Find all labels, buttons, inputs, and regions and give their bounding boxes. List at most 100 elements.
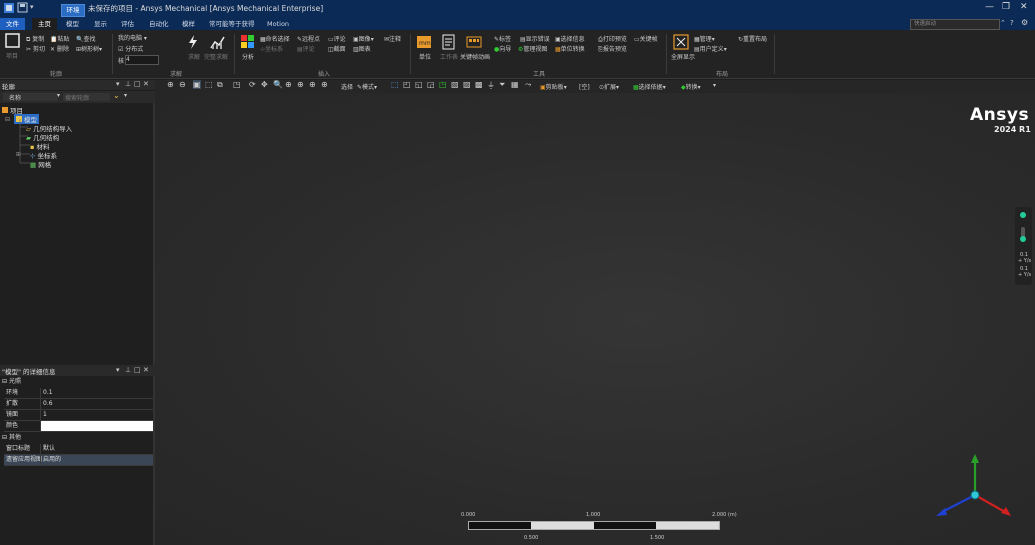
select-vertex-icon[interactable]: ⬚ (391, 80, 399, 89)
graph-icon[interactable]: ▦ (511, 80, 519, 89)
tab-home[interactable]: 主页 (32, 18, 57, 30)
details-row-selected[interactable]: 遗留应用视图 启用的 (4, 455, 153, 466)
comment-insert-button[interactable]: ▭评论 (328, 34, 346, 43)
magnifier-icon[interactable]: ⊕ (309, 80, 316, 89)
minimize-icon[interactable]: — (985, 2, 994, 12)
select-window-icon[interactable]: ◳ (233, 80, 241, 89)
app-icon[interactable] (3, 2, 15, 14)
solve-process-icon[interactable] (210, 34, 226, 50)
details-row[interactable]: 窗口标题 默认 (4, 444, 153, 455)
select-face-icon[interactable]: ◱ (415, 80, 423, 89)
manage-layout-button[interactable]: ▦管理▾ (694, 34, 715, 43)
analysis-icon[interactable] (240, 34, 256, 50)
selection-info-button[interactable]: ▣选择信息 (555, 34, 585, 43)
copy-view-icon[interactable]: ⧉ (217, 80, 223, 90)
funnel-icon[interactable]: ⏷ (499, 80, 505, 90)
pan-icon[interactable]: ✥ (261, 80, 268, 89)
iso-view-icon[interactable]: ⬚ (205, 80, 213, 89)
color-swatch[interactable] (40, 421, 153, 431)
worksheet-icon[interactable] (441, 34, 457, 50)
select-by-dropdown[interactable]: ▦选择依据▾ (633, 82, 666, 91)
expand-tree-icon[interactable]: ⌄ (113, 91, 120, 100)
triad-origin[interactable] (970, 490, 980, 500)
copy-button[interactable]: ⧉ 复制 (26, 34, 44, 44)
coordinate-button[interactable]: ⊹坐标系 (260, 44, 283, 53)
comment-button[interactable]: ▤评论 (297, 44, 315, 53)
tab-motion[interactable]: Motion (261, 18, 295, 30)
full-screen-icon[interactable] (673, 34, 689, 50)
help-icon[interactable]: ? (1010, 19, 1014, 27)
restore-icon[interactable]: ❐ (1002, 2, 1010, 12)
tab-extensions[interactable]: 常可能等于获得 (203, 18, 261, 30)
report-preview-button[interactable]: ⎘报告预览 (598, 44, 627, 54)
named-selection-button[interactable]: ▦命名选择 (260, 34, 290, 43)
section-header-lighting[interactable]: ⊟ 光照 (0, 377, 153, 387)
collapse-ribbon-icon[interactable]: ⌃ (1000, 19, 1006, 27)
section-plane-button[interactable]: ◫截面 (328, 44, 346, 53)
tab-evaluate[interactable]: 评估 (115, 18, 140, 30)
cores-input[interactable]: 4 (125, 55, 159, 65)
distributed-checkbox[interactable]: ☑ 分布式 (118, 44, 143, 53)
name-filter-dropdown[interactable]: 名称 (3, 93, 58, 102)
panel-menu-icon[interactable]: ▾ (116, 366, 120, 374)
clipboard-dropdown[interactable]: ▣剪贴板▾ (540, 82, 567, 91)
close-icon[interactable]: ✕ (1020, 2, 1028, 12)
previous-view-icon[interactable]: ⊕ (321, 80, 328, 89)
extend-dropdown[interactable]: ⊙扩展▾ (599, 82, 619, 91)
context-tab-environment[interactable]: 环境 (61, 4, 85, 17)
convert-dropdown[interactable]: ◆转换▾ (681, 82, 701, 91)
zoom-box-icon[interactable]: ⊕ (285, 80, 292, 89)
select-mesh-icon[interactable]: ▩ (475, 80, 483, 89)
tree-button[interactable]: ⊞树形树▾ (76, 44, 102, 53)
pin-icon[interactable]: ⊥ (125, 80, 131, 88)
tab-model[interactable]: 模型 (60, 18, 85, 30)
coordinate-triad[interactable] (930, 452, 1015, 522)
empty-selection[interactable]: [空] (579, 82, 590, 91)
section-header-other[interactable]: ⊟ 其他 (0, 433, 153, 443)
toolbar-overflow-icon[interactable]: ▾ (713, 82, 716, 89)
maximize-panel-icon[interactable]: □ (134, 366, 141, 374)
slider-thumb[interactable] (1020, 236, 1026, 242)
find-button[interactable]: 🔍查找 (76, 34, 96, 43)
filter-icon[interactable]: ⏚ (487, 80, 495, 91)
mode-dropdown[interactable]: ✎模式▾ (357, 82, 377, 91)
details-row[interactable]: 环境 0.1 (4, 388, 153, 399)
tab-automation[interactable]: 自动化 (143, 18, 175, 30)
details-row-color[interactable]: 颜色 (4, 421, 153, 432)
scale-legend-widget[interactable]: 0.1 + Y/s 0.1 + Y/s (1015, 207, 1032, 285)
tags-button[interactable]: ✎标签 (494, 34, 511, 43)
cut-button[interactable]: ✂ 剪切 (26, 44, 45, 53)
rotate-icon[interactable]: ⟳ (249, 80, 256, 89)
solve-icon[interactable] (185, 34, 201, 50)
tree-options-icon[interactable]: ▾ (124, 92, 127, 99)
view-cube-icon[interactable]: ▣ (193, 80, 201, 89)
reset-layout-button[interactable]: ↻重置布局 (738, 34, 767, 43)
select-node-icon[interactable]: ◳ (439, 80, 447, 89)
pin-icon[interactable]: ⊥ (125, 366, 131, 374)
graphics-viewport[interactable] (155, 93, 1035, 545)
select-edge-icon[interactable]: ◰ (403, 80, 411, 89)
curve-icon[interactable]: ⤳ (525, 80, 531, 90)
show-error-button[interactable]: ▤显示错误 (520, 34, 550, 43)
solve-cell-dropdown[interactable]: 我的电脑 ▾ (118, 33, 147, 42)
quick-access-dropdown-icon[interactable]: ▾ (30, 3, 34, 11)
image-button[interactable]: ▣图像▾ (353, 34, 374, 43)
units-icon[interactable]: mm (416, 34, 432, 50)
outline-search-input[interactable]: 搜索轮廓 (63, 93, 110, 102)
zoom-fit-icon[interactable]: ⊕ (297, 80, 304, 89)
key-frames-button[interactable]: ▭关键帧 (634, 34, 658, 43)
details-row[interactable]: 扩散 0.6 (4, 399, 153, 410)
select-element-icon[interactable]: ▨ (463, 80, 471, 89)
select-dropdown[interactable]: 选择 (341, 82, 353, 91)
zoom-out-icon[interactable]: ⊖ (179, 80, 186, 89)
table-button[interactable]: ▥图表 (353, 44, 371, 53)
paste-button[interactable]: 📋粘贴 (50, 34, 70, 43)
panel-menu-icon[interactable]: ▾ (116, 80, 120, 88)
annotation-button[interactable]: ✉注释 (384, 34, 401, 43)
select-body-icon[interactable]: ◲ (427, 80, 435, 89)
close-panel-icon[interactable]: ✕ (143, 366, 149, 374)
select-element-face-icon[interactable]: ▧ (451, 80, 459, 89)
key-assist-icon[interactable] (466, 34, 482, 50)
tab-templates[interactable]: 模样 (176, 18, 201, 30)
details-row[interactable]: 镜面 1 (4, 410, 153, 421)
